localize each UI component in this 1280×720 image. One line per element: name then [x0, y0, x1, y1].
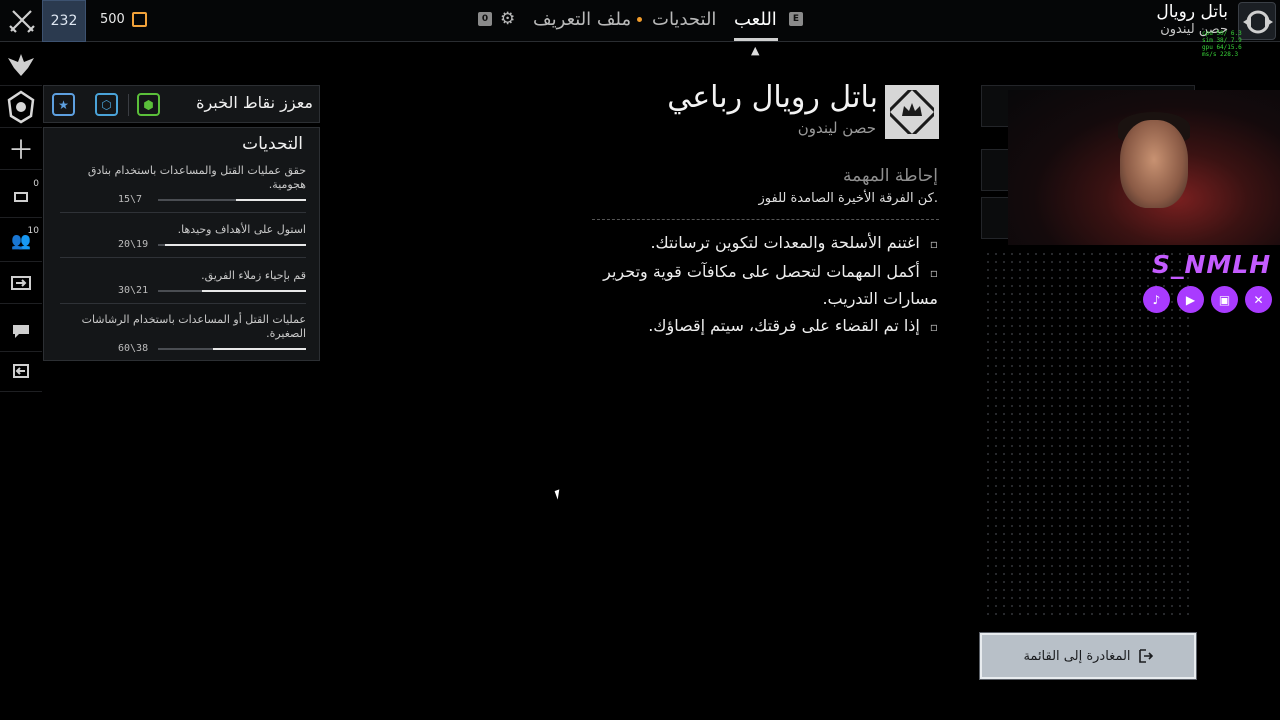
challenges-title: التحديات [242, 134, 303, 154]
challenge-progress-bar [158, 244, 306, 246]
challenge-item[interactable]: استول على الأهداف وحيدها. 20\19 [58, 223, 306, 258]
mouse-cursor-icon [554, 489, 563, 500]
challenge-progress: 60\38 [118, 343, 149, 354]
notification-dot [637, 17, 642, 22]
challenge-text: عمليات القتل أو المساعدات باستخدام الرشا… [81, 313, 306, 340]
challenge-progress-bar [158, 290, 306, 292]
challenge-text: استول على الأهداف وحيدها. [177, 223, 306, 236]
webcam-person [1120, 120, 1188, 208]
challenge-progress-bar [158, 348, 306, 350]
divider [128, 94, 129, 116]
caret-up-icon: ▲ [751, 44, 760, 57]
x-icon: ✕ [1245, 286, 1272, 313]
perf-line: sim 38/ 7.9 [1202, 37, 1242, 44]
add-icon[interactable]: ＋ [0, 128, 42, 170]
challenge-item[interactable]: عمليات القتل أو المساعدات باستخدام الرشا… [58, 313, 306, 356]
leave-label: المغادرة إلى القائمة [1023, 648, 1131, 664]
divider [60, 212, 306, 213]
eagle-emblem-icon[interactable] [0, 44, 42, 86]
challenge-item[interactable]: قم بإحياء زملاء الفريق. 30\21 [58, 269, 306, 304]
divider [60, 257, 306, 258]
player-name: باتل رويال [1156, 2, 1228, 22]
active-tab-underline [734, 38, 778, 41]
tab-key-hint: E [789, 12, 803, 26]
tab-profile[interactable]: ملف التعريف [533, 9, 631, 30]
messages-button[interactable]: 0 [0, 176, 42, 218]
envelope-icon [14, 191, 28, 202]
crown-mode-icon [885, 85, 939, 139]
challenge-progress: 20\19 [118, 239, 149, 250]
challenge-text: حقق عمليات القتل والمساعدات باستخدام بنا… [87, 164, 306, 191]
chat-icon[interactable] [0, 310, 42, 352]
divider [60, 303, 306, 304]
challenge-text: قم بإحياء زملاء الفريق. [201, 269, 306, 282]
swap-icon[interactable] [0, 350, 42, 392]
battlepass-token-icon[interactable]: ⬢ [137, 93, 160, 116]
challenge-item[interactable]: حقق عمليات القتل والمساعدات باستخدام بنا… [58, 164, 306, 213]
streamer-name: S_NMLH [1152, 250, 1272, 279]
party-button[interactable]: 👥 10 [0, 220, 42, 262]
briefing-bullet: أكمل المهمات لتحصل على مكافآت قوية وتحري… [598, 259, 938, 312]
exit-icon [1138, 649, 1153, 663]
join-icon[interactable] [0, 262, 42, 304]
performance-overlay: cpu 50/ 6.3 sim 38/ 7.9 gpu 64/15.6 ms/s… [1202, 30, 1258, 58]
tab-play[interactable]: اللعب [734, 9, 777, 30]
challenge-progress: 30\21 [118, 285, 149, 296]
tiktok-icon: ♪ [1143, 286, 1170, 313]
perf-line: ms/s 228.3 [1202, 51, 1239, 58]
briefing-title: إحاطة المهمة [843, 166, 938, 186]
weapon-xp-token-icon[interactable]: ⬡ [95, 93, 118, 116]
xp-boost-panel[interactable]: ★ ⬡ ⬢ معزز نقاط الخبرة [43, 85, 320, 123]
leave-to-menu-button[interactable]: المغادرة إلى القائمة [979, 632, 1197, 680]
perf-line: gpu 64/15.6 [1202, 44, 1242, 51]
briefing-bullet: اغتنم الأسلحة والمعدات لتكوين ترسانتك. [598, 230, 938, 257]
briefing-text: كن الفرقة الأخيرة الصامدة للفوز. [758, 191, 938, 206]
gear-icon[interactable]: ⚙ [500, 9, 515, 29]
xp-boost-title: معزز نقاط الخبرة [196, 93, 313, 112]
tab-challenges[interactable]: التحديات [652, 9, 716, 30]
currency-amount: 500 [100, 12, 125, 27]
crossed-swords-icon[interactable] [8, 8, 36, 34]
divider [592, 219, 939, 220]
youtube-icon: ▶ [1177, 286, 1204, 313]
operator-emblem-icon[interactable] [0, 86, 42, 128]
star-token-icon[interactable]: ★ [52, 93, 75, 116]
party-count: 10 [27, 226, 39, 236]
cod-points-icon [132, 12, 147, 27]
messages-count: 0 [33, 179, 39, 189]
rank-level-badge[interactable]: 232 [42, 0, 86, 42]
mode-title: باتل رويال رباعي [667, 80, 878, 115]
twitch-icon: ▣ [1211, 286, 1238, 313]
rank-level-value: 232 [50, 13, 78, 29]
perf-line: cpu 50/ 6.3 [1202, 30, 1242, 37]
mode-map-name: حصن ليندون [797, 119, 876, 137]
challenges-panel: التحديات حقق عمليات القتل والمساعدات باس… [43, 127, 320, 361]
challenge-progress-bar [158, 199, 306, 201]
briefing-bullet: إذا تم القضاء على فرقتك، سيتم إقصاؤك. [598, 313, 938, 340]
challenge-progress: 15\7 [118, 194, 143, 205]
settings-key-hint: 0 [478, 12, 492, 26]
